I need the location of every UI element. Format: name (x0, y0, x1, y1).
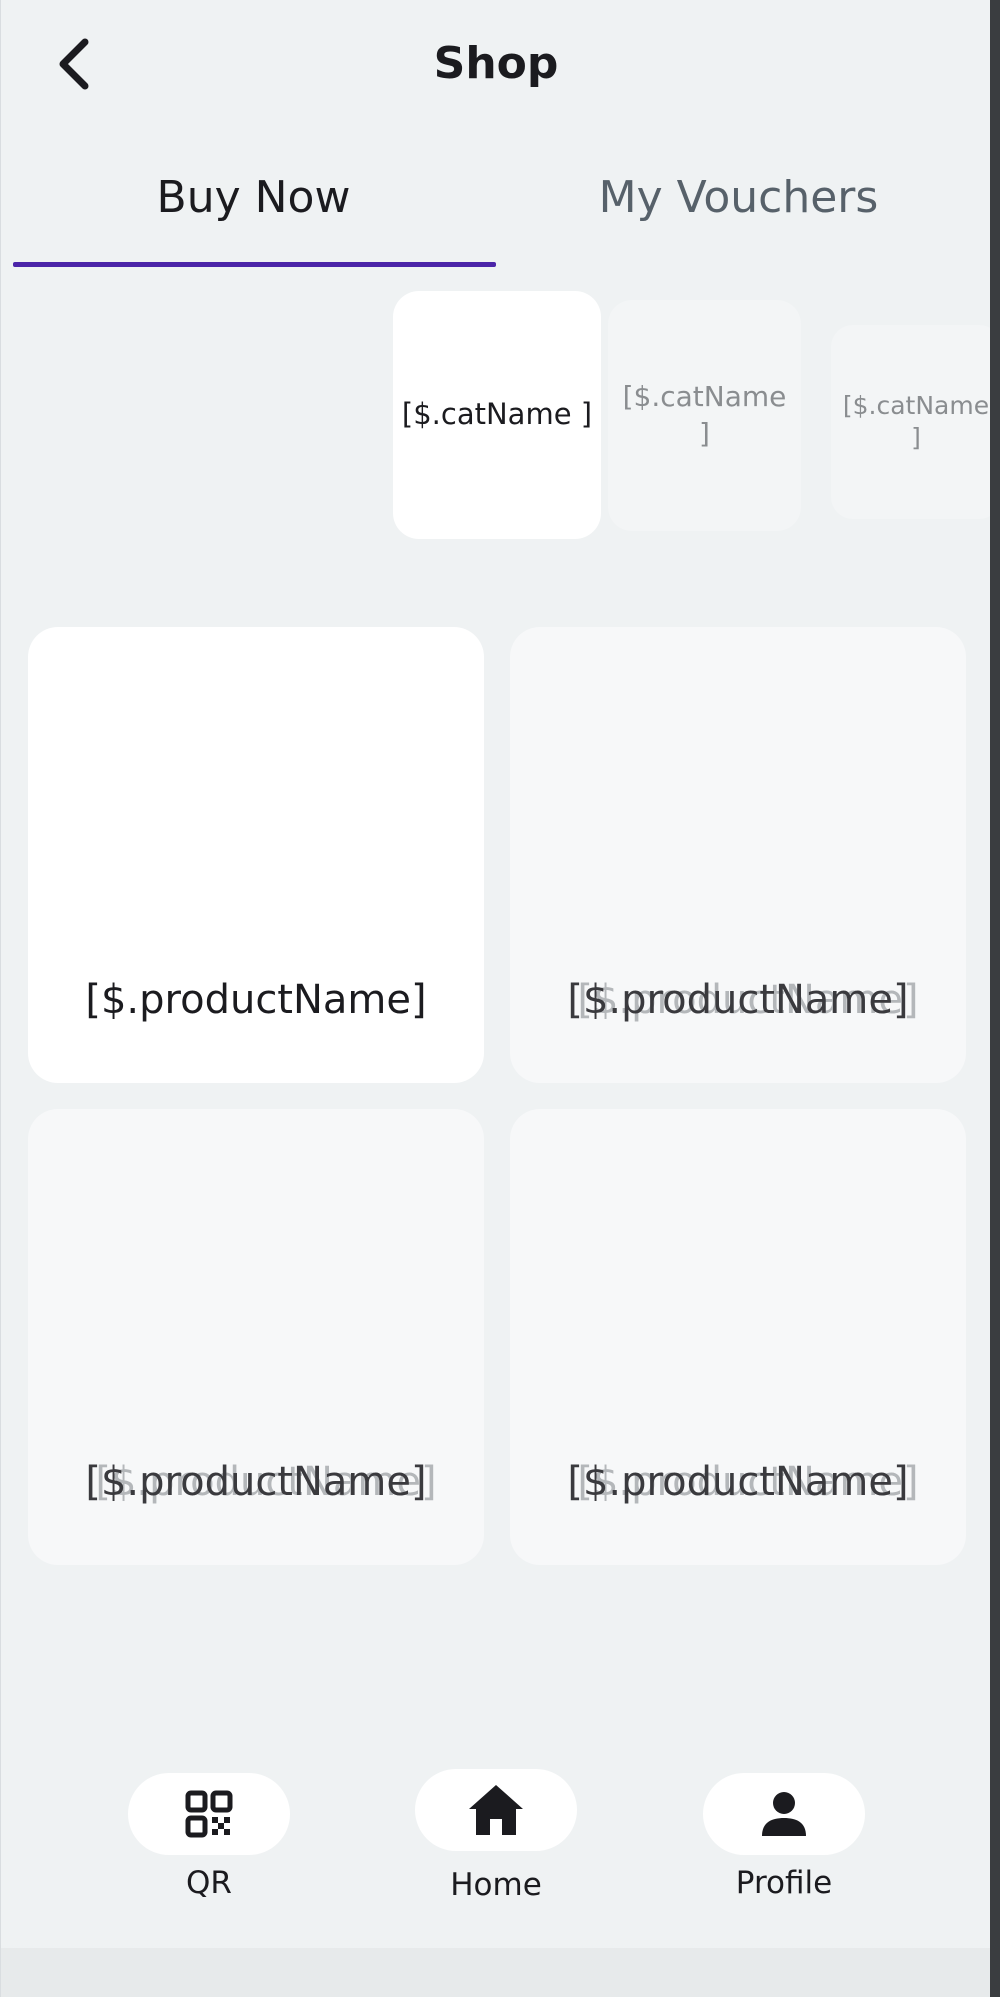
tab-my-vouchers[interactable]: My Vouchers (496, 172, 981, 242)
shop-screen: Shop Buy Now My Vouchers [$.catName ] [$… (0, 0, 1000, 1997)
product-name: [$.productName] (567, 1459, 909, 1505)
product-name: [$.productName] (85, 1459, 427, 1505)
product-name: [$.productName] (85, 977, 427, 1023)
category-label: [$.catName ] (622, 380, 787, 450)
category-chip[interactable]: [$.catName ] (831, 325, 1000, 519)
nav-home-label: Home (450, 1867, 542, 1903)
product-card[interactable]: [$.productName] [$.productName] (510, 1109, 966, 1565)
nav-profile-label: Profile (735, 1865, 833, 1901)
person-icon (762, 1792, 806, 1836)
tab-buy-now[interactable]: Buy Now (11, 172, 496, 242)
qr-code-icon (185, 1790, 233, 1838)
product-card[interactable]: [$.productName] (28, 627, 484, 1083)
product-name: [$.productName] (567, 977, 909, 1023)
home-icon (469, 1785, 523, 1835)
category-label: [$.catName ] (842, 390, 990, 453)
nav-qr-label: QR (186, 1865, 232, 1901)
nav-home-button[interactable] (415, 1769, 577, 1851)
nav-profile-button[interactable] (703, 1773, 865, 1855)
bottom-gesture-area (1, 1948, 991, 1997)
product-card[interactable]: [$.productName] [$.productName] (28, 1109, 484, 1565)
product-card[interactable]: [$.productName] [$.productName] (510, 627, 966, 1083)
category-chip[interactable]: [$.catName ] (608, 300, 801, 531)
nav-qr-button[interactable] (128, 1773, 290, 1855)
category-label: [$.catName ] (401, 397, 593, 432)
window-edge (990, 0, 1000, 1997)
category-chip[interactable]: [$.catName ] (393, 291, 601, 539)
tab-active-indicator (13, 262, 496, 267)
page-title: Shop (433, 38, 559, 89)
